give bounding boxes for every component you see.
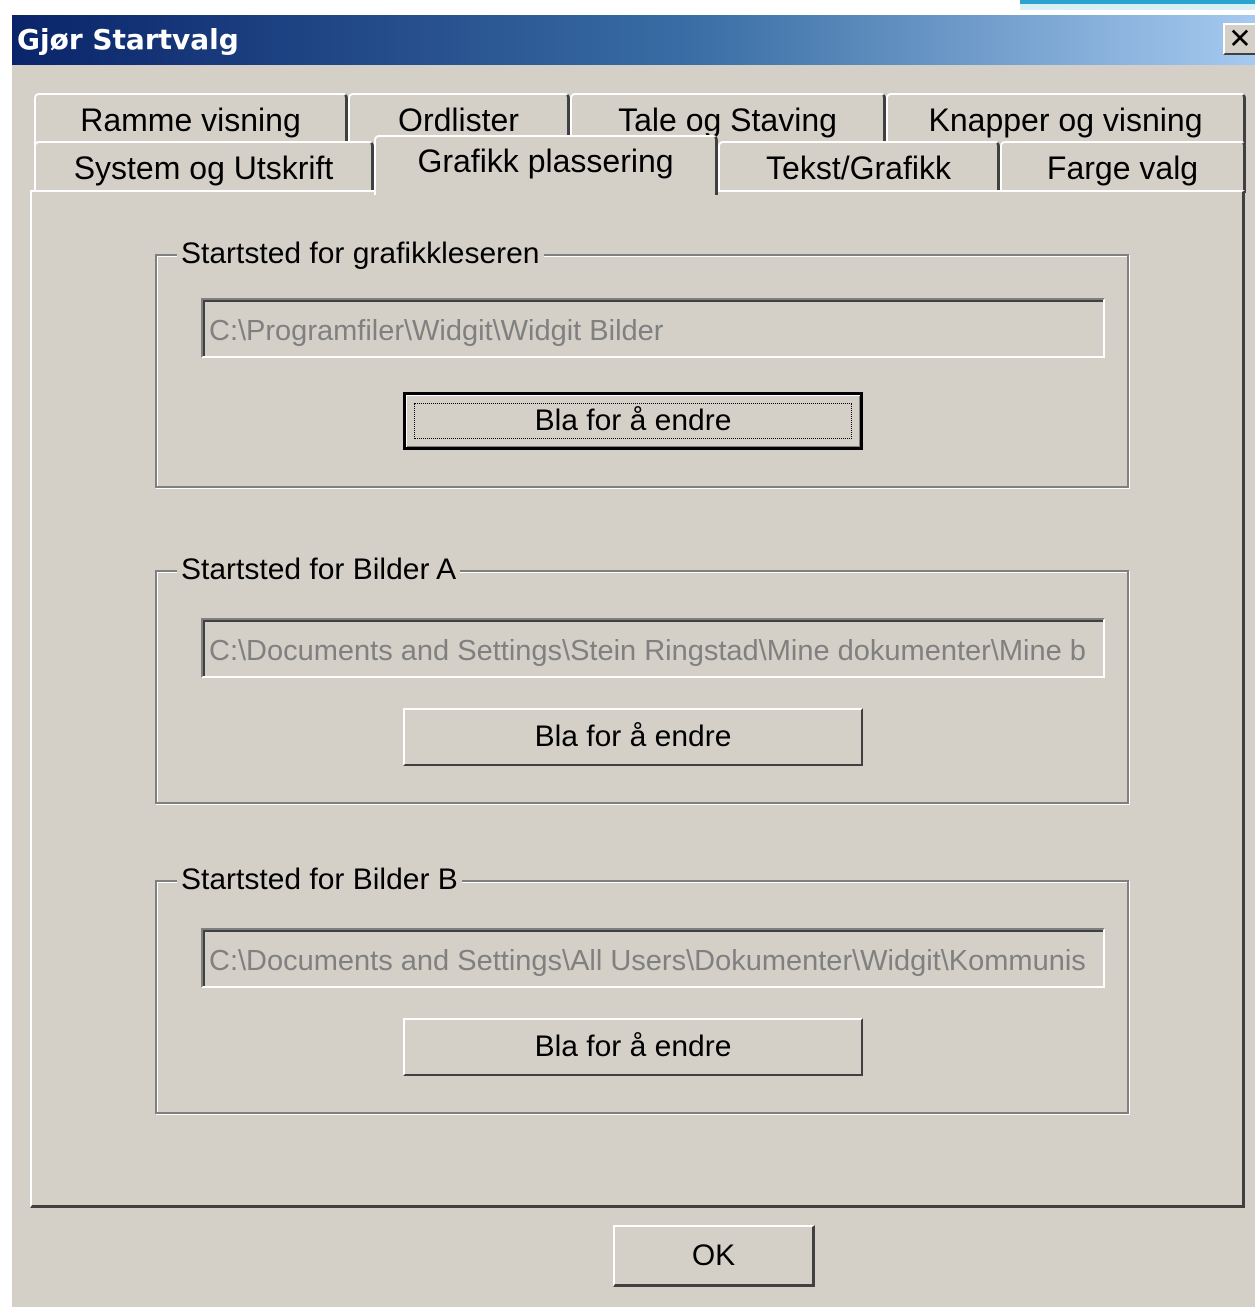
group-label: Startsted for Bilder A <box>177 552 461 588</box>
group-label: Startsted for grafikkleseren <box>177 236 544 272</box>
ok-button[interactable]: OK <box>613 1225 815 1287</box>
close-button[interactable]: ✕ <box>1223 23 1255 55</box>
tab-farge-valg[interactable]: Farge valg <box>1000 141 1246 193</box>
tab-panel-grafikk-plassering: Startsted for grafikkleseren Bla for å e… <box>30 190 1245 1208</box>
tab-grafikk-plassering[interactable]: Grafikk plassering <box>374 135 718 195</box>
group-bilder-b: Startsted for Bilder B Bla for å endre <box>155 862 1129 1114</box>
group-grafikkleseren: Startsted for grafikkleseren Bla for å e… <box>155 236 1129 488</box>
tab-knapper-og-visning[interactable]: Knapper og visning <box>886 93 1246 145</box>
tab-label: Tale og Staving <box>618 101 837 138</box>
bilder-b-path-field[interactable] <box>201 928 1105 988</box>
tab-label: Ramme visning <box>80 101 301 138</box>
group-label: Startsted for Bilder B <box>177 862 462 898</box>
browse-bilder-b-button[interactable]: Bla for å endre <box>403 1018 863 1076</box>
tab-label: Grafikk plassering <box>417 143 674 179</box>
tab-label: Ordlister <box>398 101 519 138</box>
browse-grafikkleseren-button[interactable]: Bla for å endre <box>403 392 863 450</box>
tab-tekst-grafikk[interactable]: Tekst/Grafikk <box>718 141 1000 193</box>
title-bar[interactable]: Gjør Startvalg ✕ <box>12 15 1255 65</box>
bilder-a-path-field[interactable] <box>201 618 1105 678</box>
close-icon: ✕ <box>1228 22 1252 55</box>
grafikkleseren-path-field[interactable] <box>201 298 1105 358</box>
window-title: Gjør Startvalg <box>17 23 239 56</box>
background-window-strip <box>1020 0 1255 10</box>
group-bilder-a: Startsted for Bilder A Bla for å endre <box>155 552 1129 804</box>
tab-label: Tekst/Grafikk <box>766 149 951 186</box>
tab-ramme-visning[interactable]: Ramme visning <box>34 93 348 145</box>
browse-bilder-a-button[interactable]: Bla for å endre <box>403 708 863 766</box>
button-label: OK <box>691 1238 736 1272</box>
tab-label: Knapper og visning <box>928 101 1203 138</box>
button-label: Bla for å endre <box>534 404 732 437</box>
tab-system-og-utskrift[interactable]: System og Utskrift <box>34 141 374 193</box>
button-label: Bla for å endre <box>534 720 732 753</box>
options-dialog: Gjør Startvalg ✕ Ramme visning Ordlister… <box>10 14 1255 1307</box>
button-label: Bla for å endre <box>534 1030 732 1063</box>
tab-label: Farge valg <box>1046 149 1199 186</box>
tab-label: System og Utskrift <box>73 149 334 186</box>
